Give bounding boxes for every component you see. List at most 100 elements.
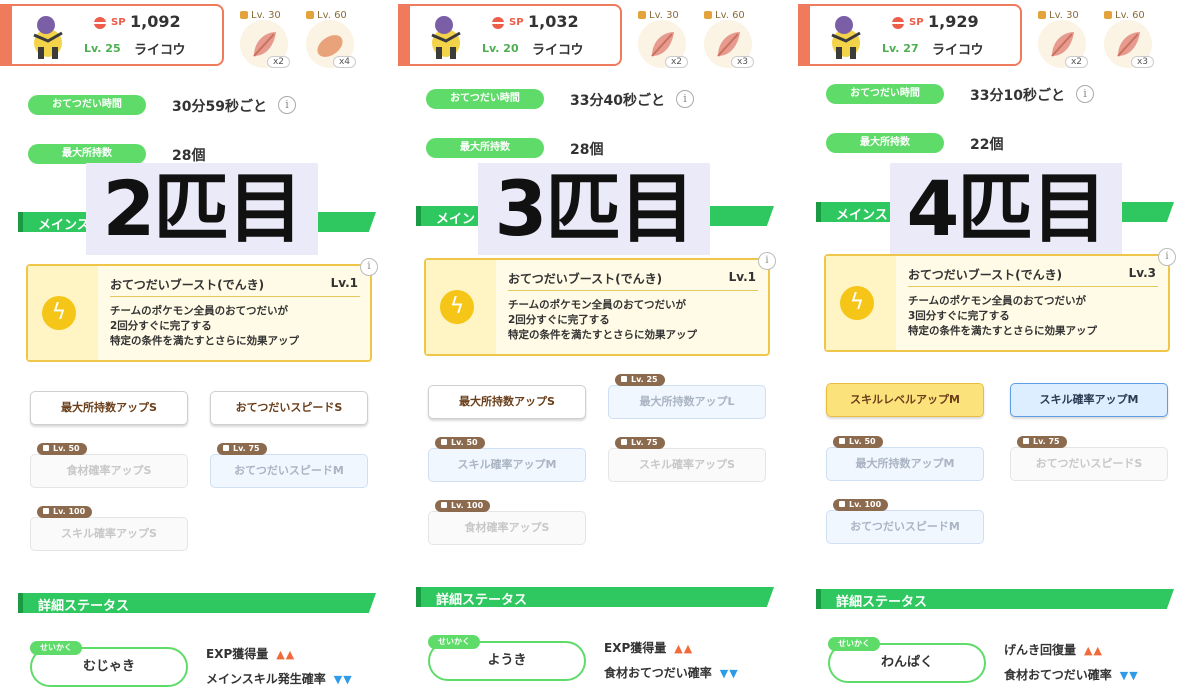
overlay-label: 3匹目 [478,163,710,255]
unlock-level-badge: Lv. 50 [435,437,485,449]
help-time-value: 30分59秒ごと [172,99,267,115]
sp-value: 1,032 [528,12,579,31]
subskill-5[interactable]: Lv. 100 おてつだいスピードM [826,499,984,544]
ingredient-qty: x2 [266,56,290,68]
subskill-3[interactable]: Lv. 50 食材確率アップS [30,443,188,488]
sp-value: 1,092 [130,12,181,31]
nature-up-stat: EXP獲得量 ▲▲ [604,641,694,655]
lightning-icon: ϟ [440,290,474,324]
pokemon-name: ライコウ [932,43,984,58]
nature-up-stat: げんき回復量 ▲▲ [1004,643,1103,657]
subskill-1[interactable]: 最大所持数アップS [30,391,188,425]
max-carry-label: 最大所持数 [826,133,944,153]
skill-name: おてつだいブースト(でんき) [908,268,1063,282]
lightning-icon: ϟ [840,286,874,320]
sp-value: 1,929 [928,12,979,31]
down-arrows-icon: ▼▼ [719,667,739,680]
unlock-level-badge: Lv. 75 [1017,436,1067,448]
info-icon[interactable]: i [676,90,694,108]
skill-level: Lv.3 [1128,266,1156,280]
ingredient-qty: x3 [730,56,754,68]
subskill-2[interactable]: Lv. 25 最大所持数アップL [608,374,766,419]
subskill-2[interactable]: おてつだいスピードS [210,391,368,425]
pokemon-level: Lv. 20 [482,42,519,55]
ingredient-slot-lv60[interactable]: Lv. 60 x3 [702,0,754,70]
nature-name: むじゃき [82,659,135,674]
unlock-level-badge: Lv. 50 [37,443,87,455]
subskill-4[interactable]: Lv. 75 おてつだいスピードS [1010,436,1168,481]
unlock-level-badge: Lv. 25 [615,374,665,386]
lock-icon [704,11,712,19]
lock-icon [621,439,627,445]
subskill-5[interactable]: Lv. 100 スキル確率アップS [30,506,188,551]
subskill-5[interactable]: Lv. 100 食材確率アップS [428,500,586,545]
subskill-1[interactable]: スキルレベルアップM [826,383,984,417]
sp-icon [492,17,504,29]
sp-label: SP [111,17,126,28]
info-icon[interactable]: i [1158,248,1176,266]
pokemon-card[interactable]: SP 1,092 Lv. 25 ライコウ [0,4,224,66]
main-skill-card[interactable]: ϟ おてつだいブースト(でんき) Lv.3 チームのポケモン全員のおてつだいが … [824,248,1176,352]
pokemon-panel-2: SP 1,032 Lv. 20 ライコウ Lv. 30 x2 Lv. 60 x3… [398,0,796,689]
unlock-level-badge: Lv. 75 [217,443,267,455]
pokemon-card[interactable]: SP 1,032 Lv. 20 ライコウ [398,4,622,66]
subskill-4[interactable]: Lv. 75 スキル確率アップS [608,437,766,482]
ingredient-slot-lv60[interactable]: Lv. 60 x3 [1102,0,1154,70]
nature-box[interactable]: せいかく ようき [428,635,586,681]
pokemon-panel-3: SP 1,929 Lv. 27 ライコウ Lv. 30 x2 Lv. 60 x3… [798,0,1196,689]
skill-description: チームのポケモン全員のおてつだいが 2回分すぐに完了する 特定の条件を満たすとさ… [508,299,697,341]
max-carry-value: 22個 [970,137,1004,153]
sp-icon [892,17,904,29]
nature-box[interactable]: せいかく わんぱく [828,637,986,683]
nature-box[interactable]: せいかく むじゃき [30,641,188,687]
main-skill-card[interactable]: ϟ おてつだいブースト(でんき) Lv.1 チームのポケモン全員のおてつだいが … [26,258,378,362]
subskill-3[interactable]: Lv. 50 最大所持数アップM [826,436,984,481]
skill-name: おてつだいブースト(でんき) [508,272,663,286]
unlock-level-badge: Lv. 50 [833,436,883,448]
subskill-1[interactable]: 最大所持数アップS [428,385,586,419]
pokemon-panel-1: SP 1,092 Lv. 25 ライコウ Lv. 30 x2 Lv. 60 x4… [0,0,398,689]
lock-icon [441,439,447,445]
lock-icon [1023,438,1029,444]
nature-tag: せいかく [30,641,82,655]
detail-status-title: 詳細ステータス [836,595,928,610]
info-icon[interactable]: i [758,252,776,270]
skill-description: チームのポケモン全員のおてつだいが 3回分すぐに完了する 特定の条件を満たすとさ… [908,295,1097,337]
pokemon-card[interactable]: SP 1,929 Lv. 27 ライコウ [798,4,1022,66]
lock-icon [621,376,627,382]
nature-name: ようき [487,653,527,668]
lock-icon [839,438,845,444]
pokemon-level: Lv. 27 [882,42,919,55]
raikou-sprite [431,16,461,59]
sp-label: SP [509,17,524,28]
ingredient-slot-lv60[interactable]: Lv. 60 x4 [304,0,356,70]
lock-icon [1038,11,1046,19]
main-skill-title: メインス [38,218,90,233]
main-skill-card[interactable]: ϟ おてつだいブースト(でんき) Lv.1 チームのポケモン全員のおてつだいが … [424,252,776,356]
skill-name: おてつだいブースト(でんき) [110,278,265,292]
lightning-icon: ϟ [42,296,76,330]
nature-down-stat: メインスキル発生確率 ▼▼ [206,672,353,686]
info-icon[interactable]: i [278,96,296,114]
up-arrows-icon: ▲▲ [276,648,296,661]
subskill-3[interactable]: Lv. 50 スキル確率アップM [428,437,586,482]
ingredient-slot-lv30[interactable]: Lv. 30 x2 [238,0,290,70]
up-arrows-icon: ▲▲ [674,642,694,655]
sp-icon [94,17,106,29]
subskill-4[interactable]: Lv. 75 おてつだいスピードM [210,443,368,488]
down-arrows-icon: ▼▼ [333,673,353,686]
nature-down-stat: 食材おてつだい確率 ▼▼ [604,666,739,680]
subskill-2[interactable]: スキル確率アップM [1010,383,1168,417]
info-icon[interactable]: i [1076,85,1094,103]
divider [110,296,360,297]
main-skill-title: メイン [436,212,476,227]
ingredient-qty: x3 [1130,56,1154,68]
info-icon[interactable]: i [360,258,378,276]
lock-icon [43,508,49,514]
ingredient-slot-lv30[interactable]: Lv. 30 x2 [1036,0,1088,70]
ingredient-slot-lv30[interactable]: Lv. 30 x2 [636,0,688,70]
help-time-value: 33分10秒ごと [970,88,1065,104]
max-carry-label: 最大所持数 [28,144,146,164]
help-time-label: おてつだい時間 [426,89,544,109]
pokemon-level: Lv. 25 [84,42,121,55]
